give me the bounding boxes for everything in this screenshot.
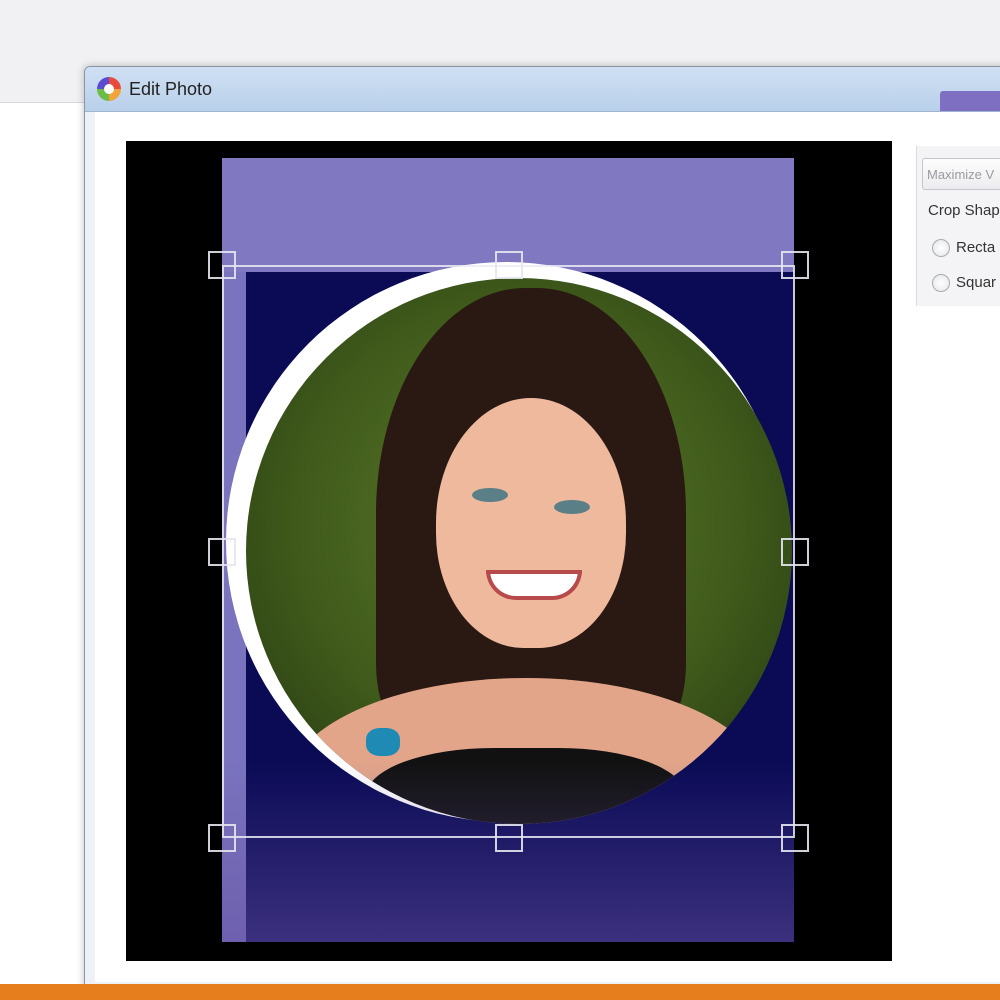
radio-option-square[interactable]: Squar xyxy=(932,274,997,293)
dialog-titlebar[interactable]: Edit Photo xyxy=(85,67,1000,112)
taskbar-accent-strip xyxy=(0,984,1000,1000)
crop-selection-box[interactable] xyxy=(222,265,795,838)
maximize-button[interactable]: Maximize V xyxy=(922,158,1000,190)
app-logo-icon xyxy=(97,77,121,101)
crop-handle-bottom-left[interactable] xyxy=(208,824,236,852)
radio-option-label: Squar xyxy=(956,274,997,291)
titlebar-button[interactable] xyxy=(940,91,1000,111)
radio-button-icon[interactable] xyxy=(932,274,950,293)
radio-option-label: Recta xyxy=(956,239,996,256)
radio-option-rectangle[interactable]: Recta xyxy=(932,239,996,258)
crop-handle-top-right[interactable] xyxy=(781,251,809,279)
crop-handle-middle-left[interactable] xyxy=(208,538,236,566)
dialog-title: Edit Photo xyxy=(129,79,213,99)
crop-handle-top-left[interactable] xyxy=(208,251,236,279)
crop-shape-label: Crop Shap xyxy=(928,202,1000,219)
radio-button-icon[interactable] xyxy=(932,239,950,258)
crop-handle-top-center[interactable] xyxy=(495,251,523,279)
crop-handle-bottom-center[interactable] xyxy=(495,824,523,852)
crop-handle-bottom-right[interactable] xyxy=(781,824,809,852)
crop-handle-middle-right[interactable] xyxy=(781,538,809,566)
